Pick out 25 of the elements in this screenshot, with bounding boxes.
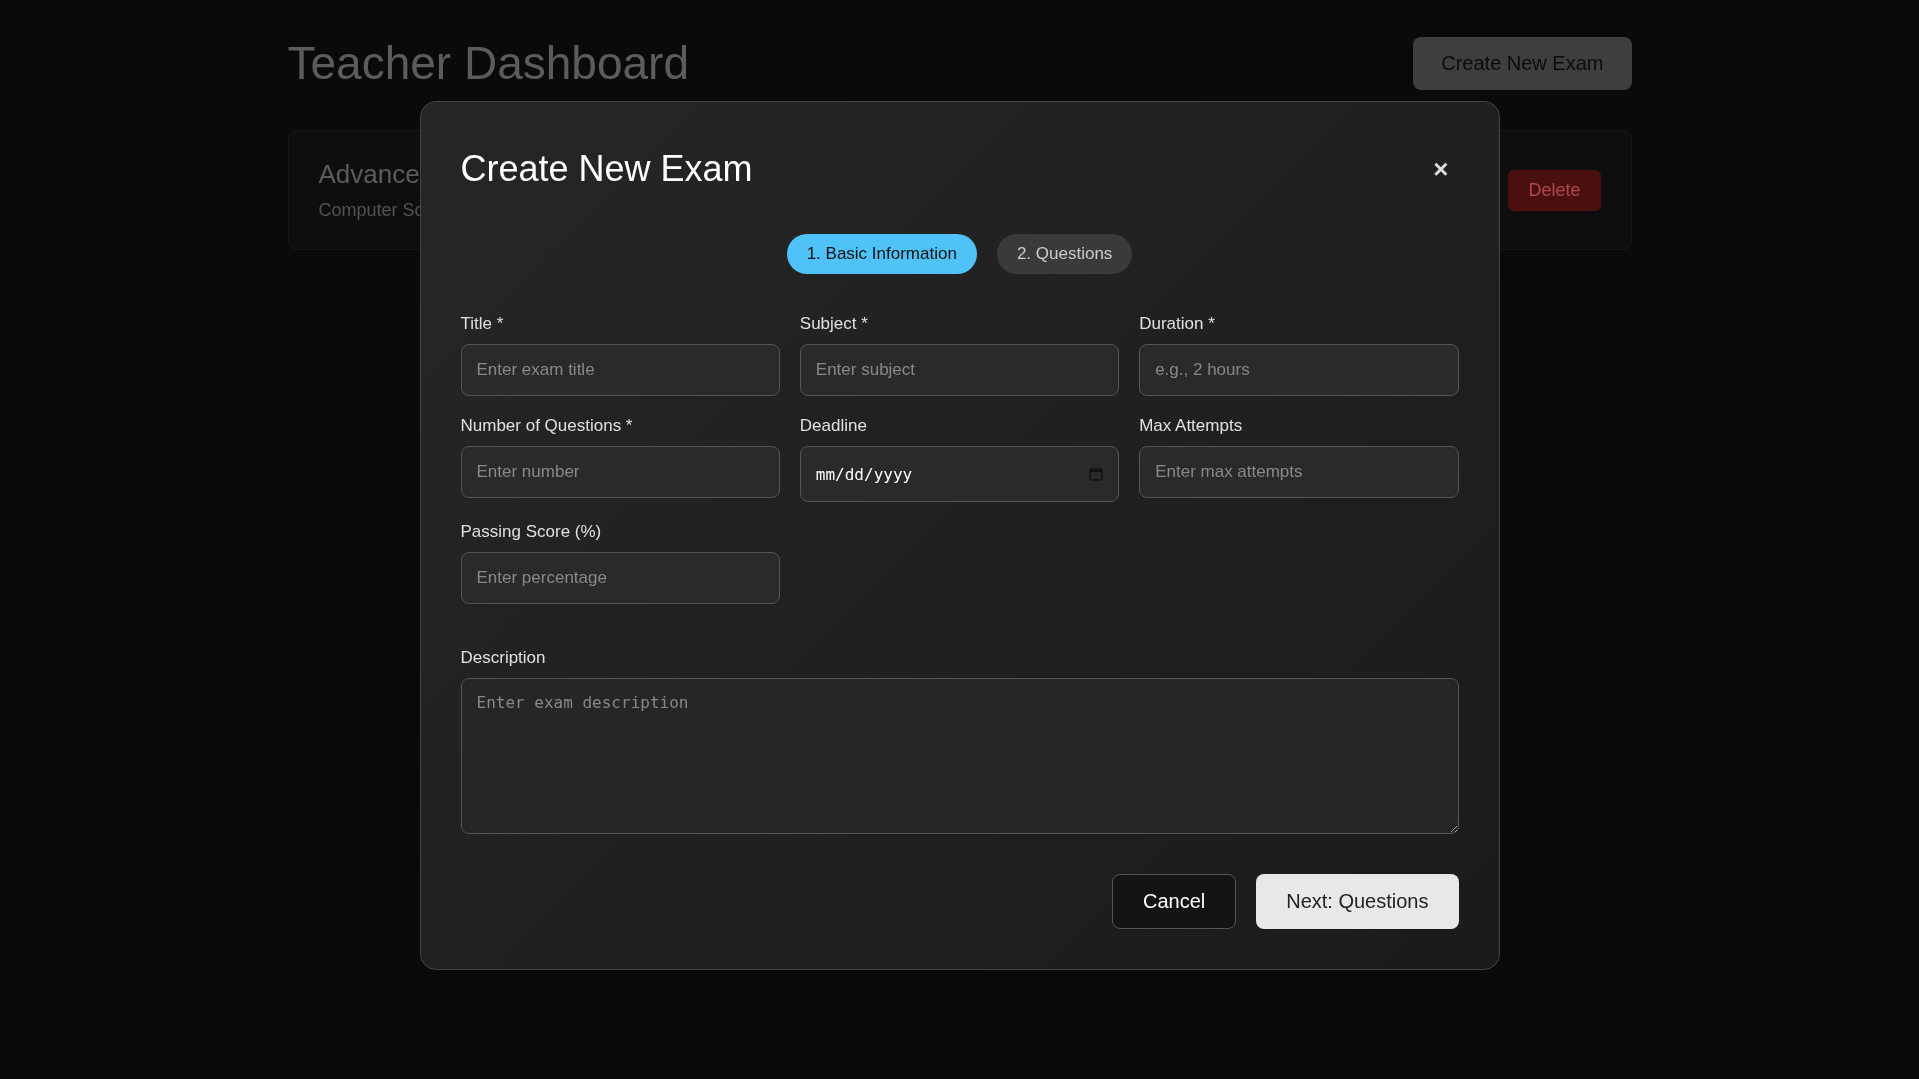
input-field[interactable]: Enter max attempts	[1139, 446, 1459, 498]
close-button[interactable]: ×	[1423, 153, 1459, 185]
field-label: Passing Score (%)	[460, 522, 603, 542]
field-label: Title *	[460, 314, 505, 334]
field-label: Description	[460, 648, 547, 668]
input-field[interactable]: Enter subject	[799, 344, 1120, 396]
exam-title: Advance	[318, 159, 421, 190]
step-tab[interactable]: 1. Basic Information	[786, 234, 977, 274]
field-label: Deadline	[799, 416, 868, 436]
date-field[interactable]: mm/dd/yyyy	[799, 446, 1120, 502]
page-title: Teacher Dashboard	[287, 36, 689, 90]
cancel-button[interactable]: Cancel	[1111, 874, 1237, 929]
step-tab[interactable]: 2. Questions	[996, 234, 1133, 274]
field-label: Number of Questions *	[460, 416, 634, 436]
next-button[interactable]: Next: Questions	[1256, 874, 1459, 929]
description-field[interactable]: Enter exam description	[460, 678, 1459, 834]
field-label: Subject *	[799, 314, 869, 334]
modal-title: Create New Exam	[460, 148, 753, 190]
field-label: Max Attempts	[1139, 416, 1244, 436]
calendar-icon[interactable]	[1089, 467, 1104, 481]
input-field[interactable]: Enter exam title	[460, 344, 780, 396]
field-label: Duration *	[1139, 314, 1216, 334]
input-field[interactable]: Enter percentage	[460, 552, 780, 604]
input-field[interactable]: e.g., 2 hours	[1139, 344, 1459, 396]
input-field[interactable]: Enter number	[460, 446, 780, 498]
